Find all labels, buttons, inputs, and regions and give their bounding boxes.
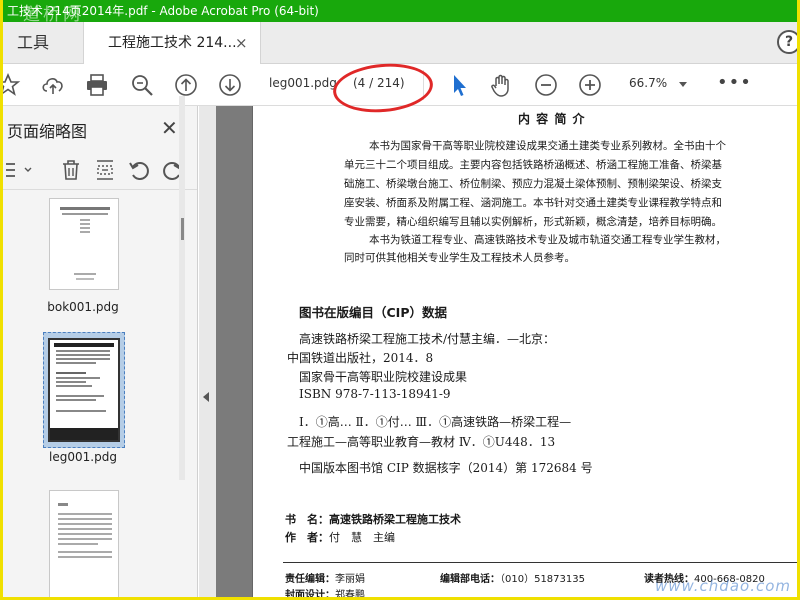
cip-line: 国家骨干高等职业院校建设成果 xyxy=(299,370,468,384)
panel-title: 页面缩略图 xyxy=(7,122,88,141)
cip-line: ISBN 978-7-113-18941-9 xyxy=(299,387,451,401)
thumbnail-page-1[interactable] xyxy=(49,198,119,290)
cip-line: 中国铁道出版社，2014．8 xyxy=(287,351,434,365)
app-window: 工技术 214页2014年.pdf - Adobe Acrobat Pro (6… xyxy=(0,0,800,600)
help-icon[interactable]: ? xyxy=(777,30,797,54)
author-row: 作 者：付 慧 主编 xyxy=(285,529,395,545)
thumbnail-label-selected: leg001.pdg xyxy=(49,450,117,464)
phone-row: 编辑部电话：（010）51873135 xyxy=(440,570,585,585)
intro-line: 本书为铁道工程专业、高速铁路技术专业及城市轨道交通工程专业学生教材， xyxy=(369,234,726,246)
cover-name: 郑春鹏 xyxy=(335,590,365,600)
star-icon[interactable] xyxy=(3,72,21,98)
site-watermark: www.chdao.com xyxy=(654,577,791,595)
tab-bar: 工具 工程施工技术 214... × ? xyxy=(3,22,797,65)
editor-label: 责任编辑： xyxy=(285,574,335,585)
hand-icon[interactable] xyxy=(489,72,515,98)
zoom-in-icon[interactable] xyxy=(577,72,603,98)
thumbnail-label: bok001.pdg xyxy=(47,300,119,314)
collapse-arrow-icon[interactable] xyxy=(203,392,209,402)
tab-tools[interactable]: 工具 xyxy=(3,22,81,64)
page-up-icon[interactable] xyxy=(173,72,199,98)
panel-scrollbar[interactable] xyxy=(179,96,185,480)
thumbnail-page-3[interactable] xyxy=(49,490,119,597)
author-name: 付 慧 主编 xyxy=(329,531,395,544)
intro-line: 同时可供其他相关专业学生及工程技术人员参考。 xyxy=(344,252,575,264)
panel-close-icon[interactable]: ✕ xyxy=(161,116,178,140)
zoom-dropdown-icon[interactable] xyxy=(679,82,687,87)
page-divider xyxy=(283,562,797,563)
cip-line: 中国版本图书馆 CIP 数据核字（2014）第 172684 号 xyxy=(299,461,593,475)
cip-line: 高速铁路桥梁工程施工技术/付慧主编．—北京： xyxy=(299,332,556,346)
intro-heading: 内 容 简 介 xyxy=(518,112,586,126)
logo-watermark: 道桥网 xyxy=(23,5,83,22)
cip-line: Ⅰ．①高… Ⅱ．①付… Ⅲ．①高速铁路—桥梁工程— xyxy=(299,415,572,429)
intro-line: 单元三十二个项目组成。主要内容包括铁路桥涵概述、桥涵工程施工准备、桥梁基 xyxy=(344,159,722,171)
upload-icon[interactable] xyxy=(40,72,66,98)
zoom-out-icon[interactable] xyxy=(533,72,559,98)
window-titlebar: 工技术 214页2014年.pdf - Adobe Acrobat Pro (6… xyxy=(3,0,797,22)
author-label: 作 者： xyxy=(285,531,329,544)
panel-scroll-thumb[interactable] xyxy=(181,218,184,240)
intro-line: 专业需要，精心组织编写且辅以实例解析，形式新颖，概念清楚，培养目标明确。 xyxy=(344,216,722,228)
zoom-level[interactable]: 66.7% xyxy=(629,76,667,90)
thumbnail-page-2[interactable] xyxy=(48,338,120,442)
phone-label: 编辑部电话： xyxy=(440,574,500,585)
panel-collapse-strip[interactable] xyxy=(199,106,216,597)
page-number-input[interactable]: leg001.pdg xyxy=(269,76,337,90)
editor-row: 责任编辑：李丽娟 xyxy=(285,570,365,585)
page-extract-icon[interactable] xyxy=(93,158,117,182)
cover-label: 封面设计： xyxy=(285,590,335,600)
undo-icon[interactable] xyxy=(127,158,151,182)
book-name: 高速铁路桥梁工程施工技术 xyxy=(329,513,461,526)
cover-row: 封面设计：郑春鹏 xyxy=(285,586,365,600)
print-icon[interactable] xyxy=(84,72,110,98)
phone-value: （010）51873135 xyxy=(500,574,585,585)
panel-toolbar xyxy=(3,150,197,190)
tab-document-label: 工程施工技术 214... xyxy=(108,35,237,51)
more-icon[interactable]: ••• xyxy=(717,72,752,93)
search-zoom-icon[interactable] xyxy=(129,72,155,98)
options-icon[interactable] xyxy=(3,158,32,182)
select-arrow-icon[interactable] xyxy=(446,72,472,98)
trash-icon[interactable] xyxy=(59,158,83,182)
intro-line: 础施工、桥梁墩台施工、桥位制梁、预应力混凝土梁体预制、预制梁架设、桥梁支 xyxy=(344,178,722,190)
intro-line: 本书为国家骨干高等职业院校建设成果交通土建类专业系列教材。全书由十个 xyxy=(369,140,726,152)
book-title-row: 书 名：高速铁路桥梁工程施工技术 xyxy=(285,511,461,527)
book-label: 书 名： xyxy=(285,513,329,526)
editor-name: 李丽娟 xyxy=(335,574,365,585)
intro-line: 座安装、桥面系及附属工程、涵洞施工。本书针对交通土建类专业课程教学特点和 xyxy=(344,197,722,209)
tab-close-icon[interactable]: × xyxy=(235,22,248,64)
cip-heading: 图书在版编目（CIP）数据 xyxy=(299,305,447,320)
page-down-icon[interactable] xyxy=(217,72,243,98)
cip-line: 工程施工—高等职业教育—教材 Ⅳ．①U448．13 xyxy=(287,435,556,449)
